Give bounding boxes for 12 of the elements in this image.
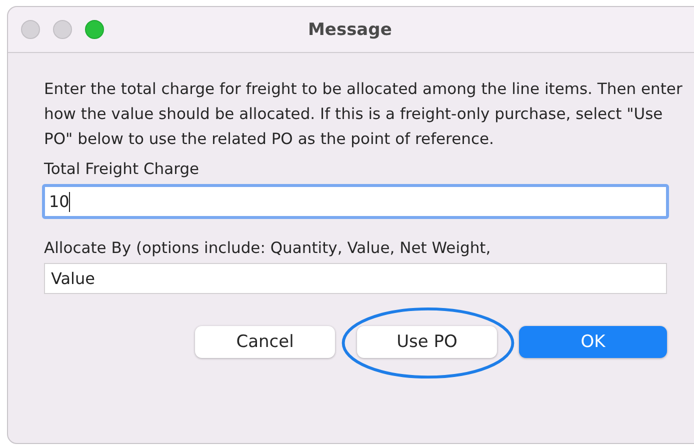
window-title: Message [308,20,392,40]
text-field[interactable]: 10 [42,184,669,219]
dialog-button[interactable]: Use PO [357,326,497,358]
text-field[interactable]: Value [44,263,667,294]
close-button[interactable] [21,20,40,39]
field-label: Total Freight Charge [44,160,200,178]
message-text: Enter the total charge for freight to be allocated among the line items. Then enter how the value should be allocated. If this is a freight-only purchase, select "Use PO" below to use the related PO as the point of reference. [44,79,684,150]
field-label: Allocate By (options include: Quantity, Value, Net Weight, [44,239,492,257]
dialog-button[interactable]: Cancel [195,326,335,358]
zoom-button[interactable] [85,20,104,39]
minimize-button[interactable] [53,20,72,39]
ok-button[interactable]: OK [519,326,667,358]
